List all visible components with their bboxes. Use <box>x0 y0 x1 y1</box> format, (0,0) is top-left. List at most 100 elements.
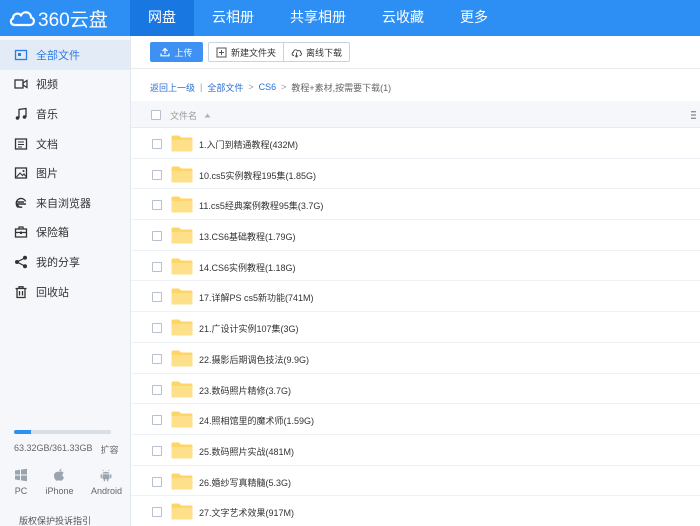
file-checkbox[interactable] <box>152 139 162 149</box>
file-name[interactable]: 1.入门到精通教程(432M) <box>199 138 298 151</box>
sidebar-item-documents[interactable]: 文档 <box>0 129 130 159</box>
folder-icon <box>171 166 193 183</box>
new-folder-button[interactable]: 新建文件夹 <box>209 43 283 61</box>
nav-tab-shared-album[interactable]: 共享相册 <box>272 0 364 36</box>
file-row[interactable]: 26.婚纱写真精髓(5.3G) <box>131 466 700 497</box>
folder-icon <box>171 227 193 244</box>
file-name[interactable]: 22.摄影后期调色技法(9.9G) <box>199 353 309 366</box>
main-nav: 网盘 云相册 共享相册 云收藏 更多 <box>130 0 506 36</box>
file-name[interactable]: 25.数码照片实战(481M) <box>199 445 294 458</box>
file-row[interactable]: 25.数码照片实战(481M) <box>131 435 700 466</box>
column-header-name: 文件名 <box>170 111 198 121</box>
file-row[interactable]: 13.CS6基础教程(1.79G) <box>131 220 700 251</box>
file-checkbox[interactable] <box>152 384 162 395</box>
file-row[interactable]: 23.数码照片精修(3.7G) <box>131 374 700 405</box>
expand-storage-link[interactable]: 扩容 <box>101 443 119 456</box>
folder-icon <box>171 288 193 305</box>
file-name[interactable]: 24.照相馆里的魔术师(1.59G) <box>199 414 314 427</box>
trash-icon <box>14 285 28 299</box>
storage-progress-fill <box>14 430 31 434</box>
sidebar-item-video[interactable]: 视频 <box>0 70 130 100</box>
copyright-complaint-link[interactable]: 版权保护投诉指引 <box>19 514 91 526</box>
file-name[interactable]: 17.详解PS cs5新功能(741M) <box>199 291 314 304</box>
sidebar-item-from-browser[interactable]: 来自浏览器 <box>0 188 130 218</box>
file-row[interactable]: 21.广设计实例107集(3G) <box>131 312 700 343</box>
apple-icon <box>54 468 65 481</box>
file-name[interactable]: 10.cs5实例教程195集(1.85G) <box>199 169 316 182</box>
nav-tab-cloud-album[interactable]: 云相册 <box>194 0 272 36</box>
upload-icon <box>160 47 171 57</box>
file-checkbox[interactable] <box>152 445 162 456</box>
sidebar-item-music[interactable]: 音乐 <box>0 99 130 129</box>
file-row[interactable]: 24.照相馆里的魔术师(1.59G) <box>131 404 700 435</box>
breadcrumb-back-link[interactable]: 返回上一级 <box>150 81 195 94</box>
nav-tab-netdisk[interactable]: 网盘 <box>130 0 194 36</box>
new-folder-icon <box>216 47 227 57</box>
sidebar-item-all-files[interactable]: 全部文件 <box>0 40 130 70</box>
client-iphone[interactable]: iPhone <box>45 468 74 496</box>
breadcrumb-separator: | <box>200 82 203 92</box>
file-row[interactable]: 27.文字艺术效果(917M) <box>131 496 700 526</box>
cloud-download-icon <box>291 48 302 58</box>
file-checkbox[interactable] <box>152 231 162 242</box>
file-row[interactable]: 22.摄影后期调色技法(9.9G) <box>131 343 700 374</box>
file-checkbox[interactable] <box>152 353 162 364</box>
image-icon <box>14 166 28 180</box>
client-pc[interactable]: PC <box>14 468 28 496</box>
new-folder-button-label: 新建文件夹 <box>231 47 277 58</box>
file-row[interactable]: 14.CS6实例教程(1.18G) <box>131 251 700 282</box>
file-row[interactable]: 11.cs5经典案例教程95集(3.7G) <box>131 189 700 221</box>
storage-usage-text: 63.32GB/361.33GB <box>14 443 93 453</box>
upload-button[interactable]: 上传 <box>150 42 203 62</box>
sidebar: 全部文件 视频 音乐 文档 图片 来自浏览器 保险箱 我的分享 回收站 63.3… <box>0 36 131 526</box>
breadcrumb-parent-link[interactable]: CS6 <box>259 82 277 92</box>
folder-icon <box>171 135 193 152</box>
share-icon <box>14 255 28 269</box>
sort-by-name-header[interactable]: 文件名 <box>170 109 211 122</box>
column-options-icon[interactable] <box>691 111 696 119</box>
nav-tab-cloud-favorites[interactable]: 云收藏 <box>364 0 442 36</box>
file-checkbox[interactable] <box>152 169 162 180</box>
client-downloads: PC iPhone Android <box>14 468 122 496</box>
file-row[interactable]: 10.cs5实例教程195集(1.85G) <box>131 159 700 190</box>
file-checkbox[interactable] <box>152 476 162 487</box>
sidebar-item-label: 保险箱 <box>36 227 69 240</box>
sidebar-item-my-shares[interactable]: 我的分享 <box>0 247 130 277</box>
file-name[interactable]: 26.婚纱写真精髓(5.3G) <box>199 476 291 489</box>
file-name[interactable]: 21.广设计实例107集(3G) <box>199 322 299 335</box>
file-list: 1.入门到精通教程(432M) 10.cs5实例教程195集(1.85G) 11.c… <box>131 128 700 526</box>
file-checkbox[interactable] <box>152 261 162 272</box>
nav-tab-more[interactable]: 更多 <box>442 0 506 36</box>
select-all-checkbox[interactable] <box>151 110 161 120</box>
client-android[interactable]: Android <box>91 468 122 496</box>
storage-usage: 63.32GB/361.33GB 扩容 <box>14 430 126 456</box>
file-checkbox[interactable] <box>152 507 162 518</box>
sidebar-item-recycle-bin[interactable]: 回收站 <box>0 277 130 307</box>
sidebar-item-safe[interactable]: 保险箱 <box>0 218 130 248</box>
video-icon <box>14 77 28 91</box>
file-name[interactable]: 13.CS6基础教程(1.79G) <box>199 230 296 243</box>
breadcrumb-separator: > <box>281 82 287 92</box>
file-checkbox[interactable] <box>152 415 162 426</box>
breadcrumb-root-link[interactable]: 全部文件 <box>207 81 243 94</box>
sidebar-item-label: 来自浏览器 <box>36 197 91 210</box>
sidebar-menu: 全部文件 视频 音乐 文档 图片 来自浏览器 保险箱 我的分享 回收站 <box>0 40 130 306</box>
offline-download-button-label: 离线下载 <box>306 47 343 58</box>
file-checkbox[interactable] <box>152 323 162 334</box>
browser-icon <box>14 196 28 210</box>
file-name[interactable]: 11.cs5经典案例教程95集(3.7G) <box>199 199 323 212</box>
folder-icon <box>171 381 193 398</box>
folder-icon <box>171 503 193 520</box>
file-name[interactable]: 27.文字艺术效果(917M) <box>199 506 294 519</box>
file-checkbox[interactable] <box>152 292 162 303</box>
android-icon <box>101 469 112 482</box>
file-name[interactable]: 23.数码照片精修(3.7G) <box>199 384 291 397</box>
sidebar-item-images[interactable]: 图片 <box>0 158 130 188</box>
file-row[interactable]: 17.详解PS cs5新功能(741M) <box>131 281 700 313</box>
offline-download-button[interactable]: 离线下载 <box>283 43 349 61</box>
logo[interactable]: 360云盘 <box>8 0 130 36</box>
file-checkbox[interactable] <box>152 200 162 211</box>
file-name[interactable]: 14.CS6实例教程(1.18G) <box>199 261 296 274</box>
toolbar-button-group: 新建文件夹 离线下载 <box>208 42 351 62</box>
file-row[interactable]: 1.入门到精通教程(432M) <box>131 128 700 159</box>
